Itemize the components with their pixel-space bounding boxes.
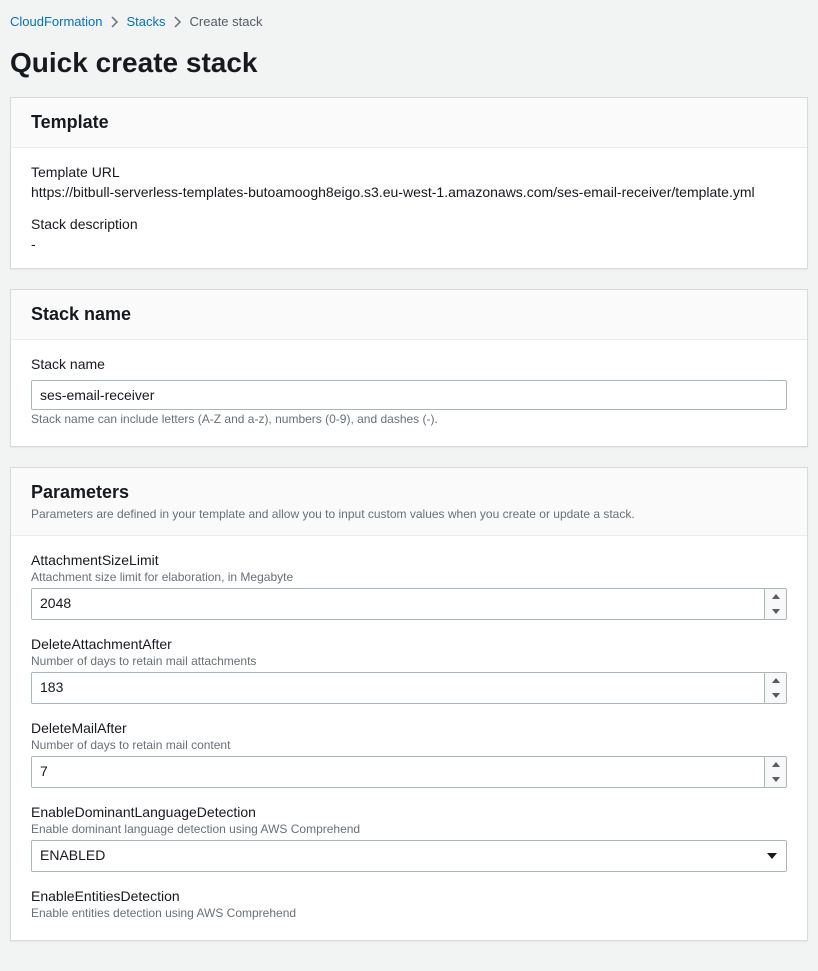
param-value[interactable]: 183 [32, 673, 764, 703]
param-select[interactable]: ENABLED [31, 840, 787, 872]
param-help: Number of days to retain mail content [31, 738, 787, 752]
template-panel: Template Template URL https://bitbull-se… [10, 97, 808, 269]
param-help: Enable entities detection using AWS Comp… [31, 906, 787, 920]
breadcrumb-link-stacks[interactable]: Stacks [127, 14, 166, 29]
parameters-heading: Parameters [31, 482, 787, 503]
param-delete-attachment-after: DeleteAttachmentAfter Number of days to … [31, 636, 787, 704]
stack-description-value: - [31, 236, 787, 252]
param-delete-mail-after: DeleteMailAfter Number of days to retain… [31, 720, 787, 788]
param-help: Enable dominant language detection using… [31, 822, 787, 836]
param-number-input[interactable]: 2048 [31, 588, 787, 620]
template-url-value: https://bitbull-serverless-templates-but… [31, 184, 787, 200]
template-panel-header: Template [11, 98, 807, 148]
param-label: DeleteAttachmentAfter [31, 636, 787, 652]
param-enable-dominant-language-detection: EnableDominantLanguageDetection Enable d… [31, 804, 787, 872]
template-url-label: Template URL [31, 164, 787, 180]
stack-description-label: Stack description [31, 216, 787, 232]
param-help: Attachment size limit for elaboration, i… [31, 570, 787, 584]
template-heading: Template [31, 112, 787, 133]
param-label: EnableEntitiesDetection [31, 888, 787, 904]
param-value[interactable]: 2048 [32, 589, 764, 619]
stack-name-label: Stack name [31, 356, 787, 372]
breadcrumb: CloudFormation Stacks Create stack [10, 10, 808, 41]
page-title: Quick create stack [10, 47, 808, 79]
param-number-input[interactable]: 7 [31, 756, 787, 788]
number-stepper-icon[interactable] [764, 757, 786, 787]
stack-description-field: Stack description - [31, 216, 787, 252]
param-label: EnableDominantLanguageDetection [31, 804, 787, 820]
parameters-panel: Parameters Parameters are defined in you… [10, 467, 808, 941]
param-number-input[interactable]: 183 [31, 672, 787, 704]
stack-name-panel: Stack name Stack name Stack name can inc… [10, 289, 808, 447]
param-help: Number of days to retain mail attachment… [31, 654, 787, 668]
parameters-panel-header: Parameters Parameters are defined in you… [11, 468, 807, 536]
breadcrumb-link-cloudformation[interactable]: CloudFormation [10, 14, 103, 29]
chevron-right-icon [174, 16, 182, 28]
param-enable-entities-detection: EnableEntitiesDetection Enable entities … [31, 888, 787, 920]
stack-name-input[interactable] [31, 380, 787, 410]
number-stepper-icon[interactable] [764, 673, 786, 703]
stack-name-help: Stack name can include letters (A-Z and … [31, 412, 787, 426]
number-stepper-icon[interactable] [764, 589, 786, 619]
param-attachment-size-limit: AttachmentSizeLimit Attachment size limi… [31, 552, 787, 620]
parameters-subtitle: Parameters are defined in your template … [31, 507, 787, 521]
param-label: AttachmentSizeLimit [31, 552, 787, 568]
param-label: DeleteMailAfter [31, 720, 787, 736]
chevron-right-icon [111, 16, 119, 28]
stack-name-heading: Stack name [31, 304, 787, 325]
breadcrumb-current: Create stack [190, 14, 263, 29]
stack-name-panel-header: Stack name [11, 290, 807, 340]
param-value[interactable]: 7 [32, 757, 764, 787]
template-url-field: Template URL https://bitbull-serverless-… [31, 164, 787, 200]
